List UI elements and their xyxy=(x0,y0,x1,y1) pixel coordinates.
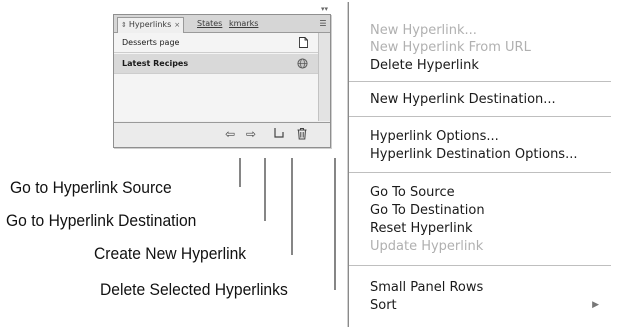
menu-item-reset-hyperlink[interactable]: Reset Hyperlink xyxy=(370,220,473,237)
callout-delete-selected: Delete Selected Hyperlinks xyxy=(100,280,288,299)
menu-item-hyperlink-destination-options[interactable]: Hyperlink Destination Options... xyxy=(370,146,577,163)
menu-item-new-hyperlink[interactable]: New Hyperlink... xyxy=(370,22,477,39)
submenu-arrow-icon: ▶ xyxy=(592,300,599,310)
menu-separator xyxy=(349,116,611,117)
menu-item-hyperlink-options[interactable]: Hyperlink Options... xyxy=(370,128,499,145)
menu-item-new-hyperlink-destination[interactable]: New Hyperlink Destination... xyxy=(370,91,556,108)
callout-go-to-destination: Go to Hyperlink Destination xyxy=(6,211,197,230)
menu-item-sort[interactable]: Sort xyxy=(370,297,397,314)
menu-item-new-hyperlink-from-url[interactable]: New Hyperlink From URL xyxy=(370,39,531,56)
callout-go-to-source: Go to Hyperlink Source xyxy=(10,178,172,197)
menu-item-go-to-source[interactable]: Go To Source xyxy=(370,184,455,201)
menu-separator xyxy=(349,172,611,173)
menu-item-delete-hyperlink[interactable]: Delete Hyperlink xyxy=(370,57,479,74)
panel-flyout-menu: New Hyperlink... New Hyperlink From URL … xyxy=(348,2,611,327)
callout-create-new: Create New Hyperlink xyxy=(94,244,247,263)
menu-item-go-to-destination[interactable]: Go To Destination xyxy=(370,202,485,219)
menu-separator xyxy=(349,81,611,82)
menu-item-small-panel-rows[interactable]: Small Panel Rows xyxy=(370,279,483,296)
menu-item-update-hyperlink[interactable]: Update Hyperlink xyxy=(370,238,483,255)
menu-separator xyxy=(349,265,611,266)
